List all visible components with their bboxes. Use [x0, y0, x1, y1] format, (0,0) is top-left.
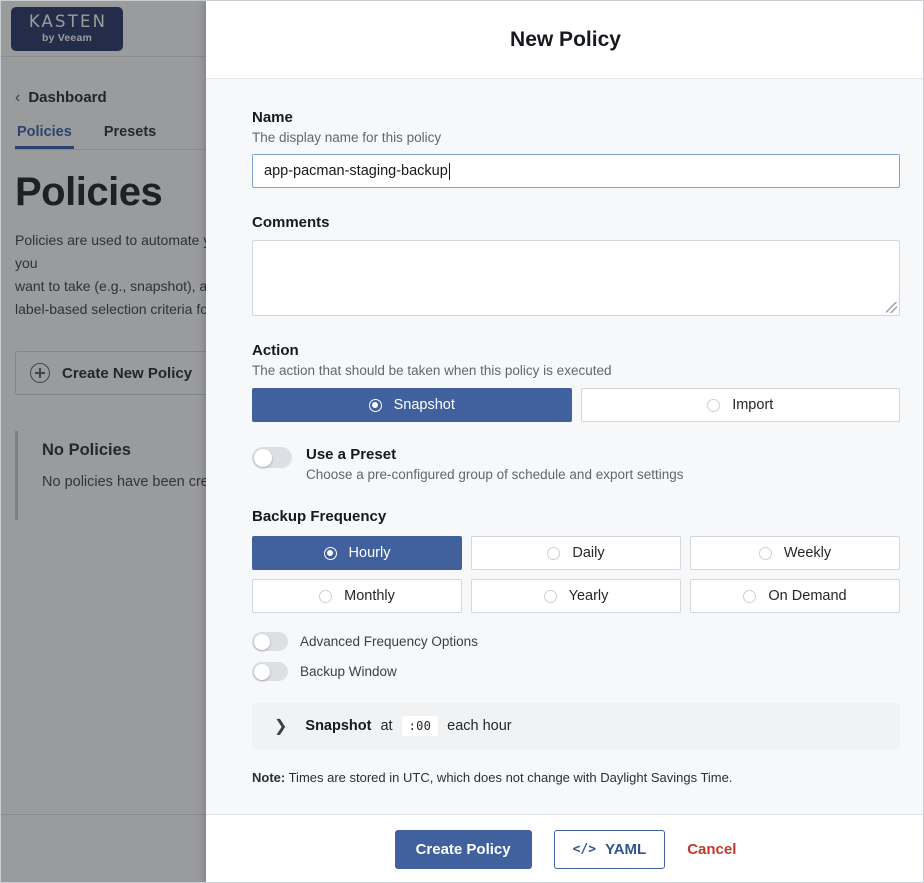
frequency-option-weekly[interactable]: Weekly: [690, 536, 900, 570]
frequency-option-monthly[interactable]: Monthly: [252, 579, 462, 613]
radio-icon: [758, 546, 772, 560]
code-brackets-icon: </>: [572, 842, 597, 857]
backup-frequency-label: Backup Frequency: [252, 508, 387, 525]
backup-window-label: Backup Window: [300, 663, 397, 679]
radio-icon: [323, 546, 337, 560]
policy-name-input[interactable]: app-pacman-staging-backup: [252, 154, 900, 188]
create-policy-button[interactable]: Create Policy: [394, 830, 532, 869]
schedule-action-name: Snapshot: [305, 718, 372, 734]
yaml-button[interactable]: </> YAML: [553, 830, 666, 869]
frequency-option-weekly-label: Weekly: [783, 545, 832, 561]
cancel-button[interactable]: Cancel: [687, 841, 736, 858]
schedule-summary-row[interactable]: ❯ Snapshot at :00 each hour: [252, 703, 900, 749]
radio-icon: [547, 546, 561, 560]
frequency-option-hourly[interactable]: Hourly: [252, 536, 462, 570]
frequency-option-monthly-label: Monthly: [344, 588, 395, 604]
advanced-frequency-options-label: Advanced Frequency Options: [300, 633, 478, 649]
radio-icon: [543, 589, 557, 603]
action-option-import-label: Import: [732, 397, 774, 413]
backup-window-row: Backup Window: [252, 661, 900, 681]
action-option-row: Snapshot Import: [252, 388, 900, 422]
resize-handle-icon[interactable]: [886, 302, 897, 313]
utc-note-prefix: Note:: [252, 770, 286, 785]
policy-name-value: app-pacman-staging-backup: [264, 163, 448, 179]
radio-icon: [743, 589, 757, 603]
text-caret: [448, 162, 450, 180]
toggle-knob: [253, 663, 270, 680]
frequency-option-yearly[interactable]: Yearly: [471, 579, 681, 613]
chevron-right-icon: ❯: [274, 718, 288, 735]
action-label: Action: [252, 342, 299, 359]
action-option-snapshot-label: Snapshot: [393, 397, 455, 413]
frequency-option-daily[interactable]: Daily: [471, 536, 681, 570]
action-hint: The action that should be taken when thi…: [252, 363, 612, 378]
new-policy-dialog: New Policy Name The display name for thi…: [206, 1, 923, 882]
dialog-title: New Policy: [510, 27, 621, 51]
frequency-option-on-demand-label: On Demand: [768, 588, 847, 604]
use-preset-hint: Choose a pre-configured group of schedul…: [306, 467, 684, 482]
action-option-snapshot[interactable]: Snapshot: [252, 388, 572, 422]
utc-note-text: Times are stored in UTC, which does not …: [285, 770, 733, 785]
dialog-header: New Policy: [206, 1, 923, 79]
backup-window-toggle[interactable]: [252, 662, 288, 681]
action-option-import[interactable]: Import: [580, 388, 900, 422]
dialog-body: Name The display name for this policy ap…: [206, 79, 923, 814]
backup-frequency-options: Hourly Daily Weekly Monthly Yearly On De…: [252, 536, 900, 613]
comments-field-group: Comments: [252, 214, 900, 316]
frequency-option-on-demand[interactable]: On Demand: [690, 579, 900, 613]
comments-label: Comments: [252, 214, 330, 231]
toggle-knob: [253, 448, 272, 467]
utc-note: Note: Times are stored in UTC, which doe…: [252, 770, 900, 785]
action-field-group: Action The action that should be taken w…: [252, 342, 900, 422]
schedule-suffix: each hour: [447, 718, 512, 734]
comments-textarea[interactable]: [252, 240, 900, 316]
radio-icon: [319, 589, 333, 603]
frequency-option-daily-label: Daily: [572, 545, 605, 561]
toggle-knob: [253, 633, 270, 650]
backup-frequency-group: Backup Frequency Hourly Daily Weekly Mon…: [252, 508, 900, 613]
frequency-option-hourly-label: Hourly: [348, 545, 391, 561]
frequency-option-yearly-label: Yearly: [568, 588, 609, 604]
yaml-button-label: YAML: [605, 841, 647, 858]
use-preset-label: Use a Preset: [306, 446, 397, 463]
name-label: Name: [252, 109, 293, 126]
advanced-frequency-options-toggle[interactable]: [252, 632, 288, 651]
advanced-toggle-group: Advanced Frequency Options Backup Window: [252, 631, 900, 681]
schedule-time-value[interactable]: :00: [401, 716, 439, 736]
use-preset-toggle[interactable]: [252, 447, 292, 468]
app-window: KASTEN by Veeam ‹ Dashboard Policies Pre…: [0, 0, 924, 883]
use-preset-group: Use a Preset Choose a pre-configured gro…: [252, 446, 900, 482]
advanced-frequency-options-row: Advanced Frequency Options: [252, 631, 900, 651]
name-hint: The display name for this policy: [252, 130, 442, 145]
radio-icon: [368, 398, 382, 412]
schedule-at-word: at: [380, 718, 393, 734]
name-field-group: Name The display name for this policy ap…: [252, 109, 900, 188]
radio-icon: [707, 398, 721, 412]
dialog-footer: Create Policy </> YAML Cancel: [206, 814, 923, 882]
